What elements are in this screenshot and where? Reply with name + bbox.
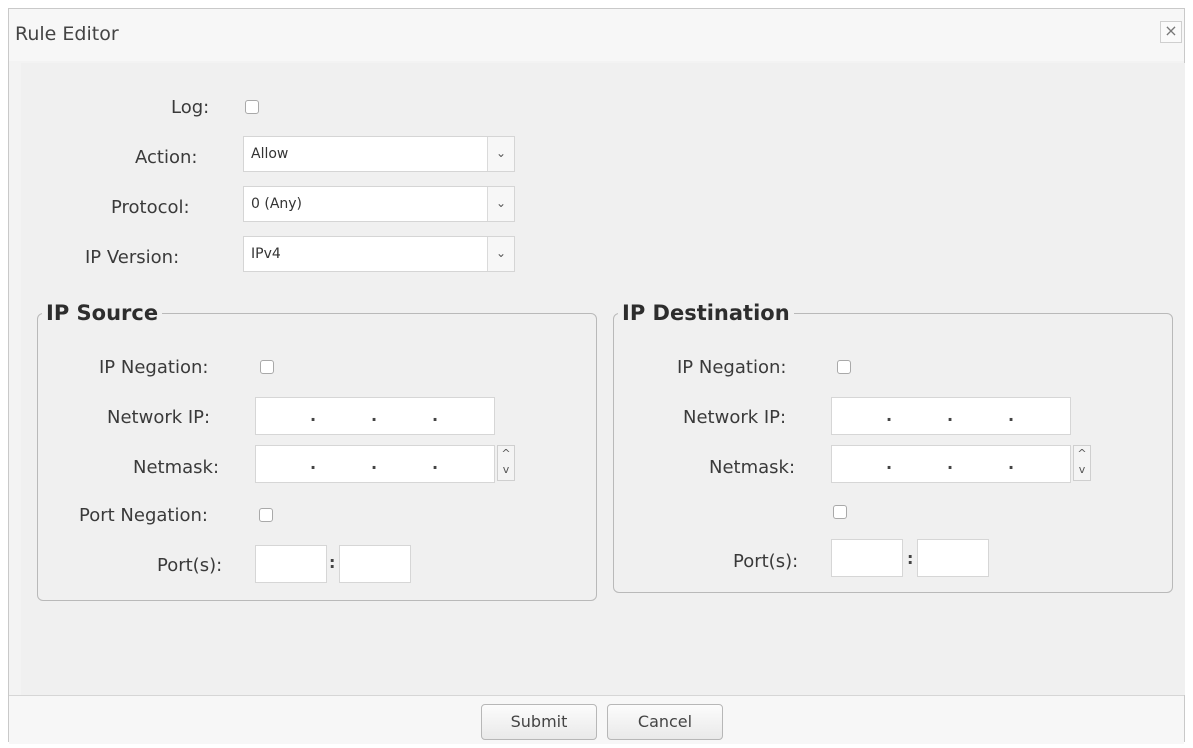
source-port-start-input[interactable] (255, 545, 327, 583)
ip-octet-separator: . (886, 454, 893, 473)
submit-button[interactable]: Submit (481, 704, 597, 740)
destination-ports-label: Port(s): (733, 551, 799, 572)
destination-ip-negation-label: IP Negation: (677, 357, 787, 378)
action-select-value: Allow (251, 146, 289, 162)
ip-octet-separator: . (947, 406, 954, 425)
source-ports-label: Port(s): (157, 555, 223, 576)
cancel-button[interactable]: Cancel (607, 704, 723, 740)
ip-source-legend: IP Source (46, 301, 159, 325)
protocol-select[interactable]: 0 (Any) ⌄ (243, 186, 515, 222)
ip-octet-separator: . (1008, 406, 1015, 425)
source-port-negation-checkbox[interactable] (259, 508, 273, 522)
ip-octet-separator: . (371, 454, 378, 473)
destination-netmask-label: Netmask: (709, 457, 796, 478)
source-port-end-input[interactable] (339, 545, 411, 583)
ip-octet-separator: . (310, 406, 317, 425)
ip-octet-separator: . (371, 406, 378, 425)
destination-netmask-spinner[interactable]: ^ v (1073, 445, 1091, 481)
ip-octet-separator: . (886, 406, 893, 425)
chevron-down-icon: ⌄ (487, 187, 514, 221)
dialog-footer: Submit Cancel (9, 695, 1184, 744)
source-network-ip-input[interactable]: . . . (255, 397, 495, 435)
source-port-negation-label: Port Negation: (79, 505, 208, 526)
dialog-title: Rule Editor (15, 23, 119, 45)
log-label: Log: (171, 97, 210, 118)
source-netmask-label: Netmask: (133, 457, 220, 478)
close-icon[interactable]: × (1160, 21, 1182, 43)
port-range-separator: : (907, 549, 914, 568)
ip-octet-separator: . (310, 454, 317, 473)
destination-ip-negation-checkbox[interactable] (837, 360, 851, 374)
spin-up-icon[interactable]: ^ (498, 446, 514, 462)
ip-version-label: IP Version: (85, 247, 180, 268)
dialog-titlebar: Rule Editor × (9, 9, 1184, 61)
rule-editor-dialog: Rule Editor × Log: Action: Allow ⌄ Proto… (8, 8, 1185, 744)
protocol-select-value: 0 (Any) (251, 196, 303, 212)
ip-octet-separator: . (432, 454, 439, 473)
destination-netmask-input[interactable]: . . . (831, 445, 1071, 483)
action-select[interactable]: Allow ⌄ (243, 136, 515, 172)
spin-down-icon[interactable]: v (498, 462, 514, 478)
destination-port-start-input[interactable] (831, 539, 903, 577)
ip-destination-legend: IP Destination (622, 301, 790, 325)
destination-network-ip-label: Network IP: (683, 407, 787, 428)
destination-port-end-input[interactable] (917, 539, 989, 577)
chevron-down-icon: ⌄ (487, 237, 514, 271)
spin-up-icon[interactable]: ^ (1074, 446, 1090, 462)
spin-down-icon[interactable]: v (1074, 462, 1090, 478)
source-ip-negation-checkbox[interactable] (260, 360, 274, 374)
source-netmask-spinner[interactable]: ^ v (497, 445, 515, 481)
dialog-content: Log: Action: Allow ⌄ Protocol: 0 (Any) ⌄… (21, 63, 1185, 695)
ip-octet-separator: . (432, 406, 439, 425)
ip-version-select-value: IPv4 (251, 246, 281, 262)
log-checkbox[interactable] (245, 100, 259, 114)
port-range-separator: : (329, 553, 336, 572)
protocol-label: Protocol: (111, 197, 190, 218)
destination-port-negation-checkbox[interactable] (833, 505, 847, 519)
ip-octet-separator: . (947, 454, 954, 473)
ip-octet-separator: . (1008, 454, 1015, 473)
ip-version-select[interactable]: IPv4 ⌄ (243, 236, 515, 272)
chevron-down-icon: ⌄ (487, 137, 514, 171)
action-label: Action: (135, 147, 198, 168)
destination-network-ip-input[interactable]: . . . (831, 397, 1071, 435)
source-ip-negation-label: IP Negation: (99, 357, 209, 378)
source-network-ip-label: Network IP: (107, 407, 211, 428)
source-netmask-input[interactable]: . . . (255, 445, 495, 483)
